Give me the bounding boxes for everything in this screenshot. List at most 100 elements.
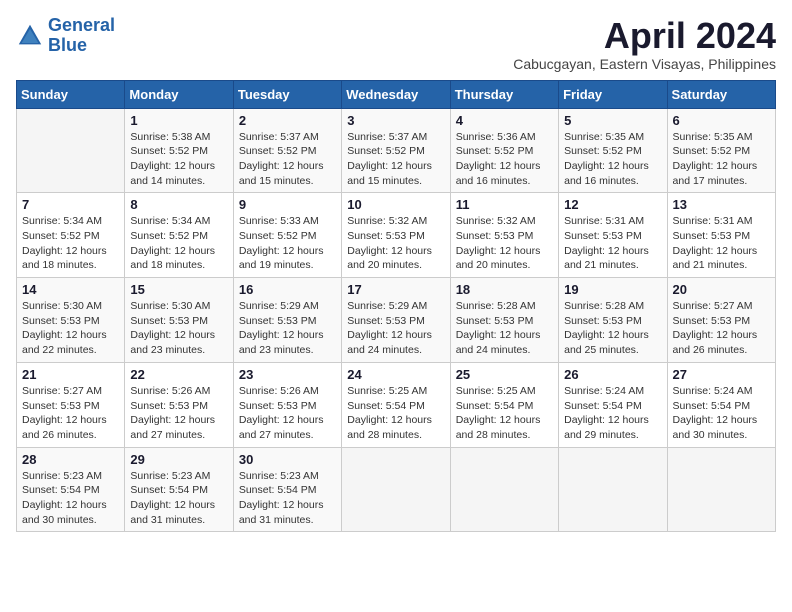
calendar-week-5: 28 Sunrise: 5:23 AMSunset: 5:54 PMDayligh… bbox=[17, 447, 776, 532]
calendar-cell: 19Sunrise: 5:28 AMSunset: 5:53 PMDayligh… bbox=[559, 278, 667, 363]
day-info: Sunrise: 5:38 AMSunset: 5:52 PMDaylight:… bbox=[130, 130, 227, 189]
calendar-cell: 21Sunrise: 5:27 AMSunset: 5:53 PMDayligh… bbox=[17, 362, 125, 447]
calendar-cell: 20 Sunrise: 5:27 AMSunset: 5:53 PMDayligh… bbox=[667, 278, 775, 363]
day-number: 24 bbox=[347, 367, 444, 382]
calendar-cell: 3 Sunrise: 5:37 AMSunset: 5:52 PMDaylight… bbox=[342, 108, 450, 193]
calendar-cell bbox=[342, 447, 450, 532]
day-info: Sunrise: 5:34 AMSunset: 5:52 PMDaylight:… bbox=[130, 214, 227, 273]
calendar-cell: 5 Sunrise: 5:35 AMSunset: 5:52 PMDaylight… bbox=[559, 108, 667, 193]
calendar-cell: 13Sunrise: 5:31 AMSunset: 5:53 PMDayligh… bbox=[667, 193, 775, 278]
day-number: 2 bbox=[239, 113, 336, 128]
day-info: Sunrise: 5:23 AMSunset: 5:54 PMDaylight:… bbox=[239, 469, 336, 528]
calendar-week-4: 21Sunrise: 5:27 AMSunset: 5:53 PMDayligh… bbox=[17, 362, 776, 447]
day-info: Sunrise: 5:32 AMSunset: 5:53 PMDaylight:… bbox=[456, 214, 553, 273]
day-number: 23 bbox=[239, 367, 336, 382]
calendar-cell: 25 Sunrise: 5:25 AMSunset: 5:54 PMDayligh… bbox=[450, 362, 558, 447]
day-number: 14 bbox=[22, 282, 119, 297]
weekday-header-tuesday: Tuesday bbox=[233, 80, 341, 108]
day-number: 20 bbox=[673, 282, 770, 297]
logo: General Blue bbox=[16, 16, 115, 56]
calendar-cell: 15 Sunrise: 5:30 AMSunset: 5:53 PMDayligh… bbox=[125, 278, 233, 363]
calendar-cell: 14 Sunrise: 5:30 AMSunset: 5:53 PMDayligh… bbox=[17, 278, 125, 363]
calendar-cell: 1 Sunrise: 5:38 AMSunset: 5:52 PMDaylight… bbox=[125, 108, 233, 193]
day-info: Sunrise: 5:24 AMSunset: 5:54 PMDaylight:… bbox=[564, 384, 661, 443]
day-number: 9 bbox=[239, 197, 336, 212]
day-number: 3 bbox=[347, 113, 444, 128]
day-number: 6 bbox=[673, 113, 770, 128]
day-info: Sunrise: 5:37 AMSunset: 5:52 PMDaylight:… bbox=[347, 130, 444, 189]
day-number: 13 bbox=[673, 197, 770, 212]
calendar-cell: 24 Sunrise: 5:25 AMSunset: 5:54 PMDayligh… bbox=[342, 362, 450, 447]
day-info: Sunrise: 5:25 AMSunset: 5:54 PMDaylight:… bbox=[456, 384, 553, 443]
calendar-cell: 30 Sunrise: 5:23 AMSunset: 5:54 PMDayligh… bbox=[233, 447, 341, 532]
day-number: 26 bbox=[564, 367, 661, 382]
calendar-cell bbox=[559, 447, 667, 532]
weekday-row: SundayMondayTuesdayWednesdayThursdayFrid… bbox=[17, 80, 776, 108]
day-info: Sunrise: 5:29 AMSunset: 5:53 PMDaylight:… bbox=[347, 299, 444, 358]
calendar-cell: 26 Sunrise: 5:24 AMSunset: 5:54 PMDayligh… bbox=[559, 362, 667, 447]
day-info: Sunrise: 5:36 AMSunset: 5:52 PMDaylight:… bbox=[456, 130, 553, 189]
calendar-cell: 22 Sunrise: 5:26 AMSunset: 5:53 PMDayligh… bbox=[125, 362, 233, 447]
calendar-cell bbox=[17, 108, 125, 193]
day-info: Sunrise: 5:35 AMSunset: 5:52 PMDaylight:… bbox=[564, 130, 661, 189]
logo-text: General Blue bbox=[48, 16, 115, 56]
day-info: Sunrise: 5:30 AMSunset: 5:53 PMDaylight:… bbox=[130, 299, 227, 358]
day-info: Sunrise: 5:30 AMSunset: 5:53 PMDaylight:… bbox=[22, 299, 119, 358]
calendar-cell: 23 Sunrise: 5:26 AMSunset: 5:53 PMDayligh… bbox=[233, 362, 341, 447]
day-number: 10 bbox=[347, 197, 444, 212]
day-info: Sunrise: 5:26 AMSunset: 5:53 PMDaylight:… bbox=[130, 384, 227, 443]
location-subtitle: Cabucgayan, Eastern Visayas, Philippines bbox=[513, 56, 776, 72]
day-info: Sunrise: 5:33 AMSunset: 5:52 PMDaylight:… bbox=[239, 214, 336, 273]
weekday-header-saturday: Saturday bbox=[667, 80, 775, 108]
day-number: 12 bbox=[564, 197, 661, 212]
day-number: 25 bbox=[456, 367, 553, 382]
day-number: 19 bbox=[564, 282, 661, 297]
calendar-cell bbox=[450, 447, 558, 532]
month-title: April 2024 bbox=[513, 16, 776, 56]
logo-general: General bbox=[48, 15, 115, 35]
calendar-week-2: 7 Sunrise: 5:34 AMSunset: 5:52 PMDaylight… bbox=[17, 193, 776, 278]
day-number: 1 bbox=[130, 113, 227, 128]
calendar-cell: 29Sunrise: 5:23 AMSunset: 5:54 PMDayligh… bbox=[125, 447, 233, 532]
day-number: 27 bbox=[673, 367, 770, 382]
calendar-cell: 9 Sunrise: 5:33 AMSunset: 5:52 PMDaylight… bbox=[233, 193, 341, 278]
weekday-header-sunday: Sunday bbox=[17, 80, 125, 108]
calendar-cell: 11Sunrise: 5:32 AMSunset: 5:53 PMDayligh… bbox=[450, 193, 558, 278]
calendar-cell: 17 Sunrise: 5:29 AMSunset: 5:53 PMDayligh… bbox=[342, 278, 450, 363]
calendar-cell: 4 Sunrise: 5:36 AMSunset: 5:52 PMDaylight… bbox=[450, 108, 558, 193]
day-number: 8 bbox=[130, 197, 227, 212]
day-number: 7 bbox=[22, 197, 119, 212]
day-number: 18 bbox=[456, 282, 553, 297]
day-info: Sunrise: 5:26 AMSunset: 5:53 PMDaylight:… bbox=[239, 384, 336, 443]
day-info: Sunrise: 5:25 AMSunset: 5:54 PMDaylight:… bbox=[347, 384, 444, 443]
day-info: Sunrise: 5:28 AMSunset: 5:53 PMDaylight:… bbox=[456, 299, 553, 358]
day-number: 17 bbox=[347, 282, 444, 297]
weekday-header-friday: Friday bbox=[559, 80, 667, 108]
day-info: Sunrise: 5:27 AMSunset: 5:53 PMDaylight:… bbox=[673, 299, 770, 358]
day-info: Sunrise: 5:34 AMSunset: 5:52 PMDaylight:… bbox=[22, 214, 119, 273]
day-info: Sunrise: 5:35 AMSunset: 5:52 PMDaylight:… bbox=[673, 130, 770, 189]
day-number: 30 bbox=[239, 452, 336, 467]
day-info: Sunrise: 5:29 AMSunset: 5:53 PMDaylight:… bbox=[239, 299, 336, 358]
title-block: April 2024 Cabucgayan, Eastern Visayas, … bbox=[513, 16, 776, 72]
calendar-cell: 18 Sunrise: 5:28 AMSunset: 5:53 PMDayligh… bbox=[450, 278, 558, 363]
calendar-cell: 6 Sunrise: 5:35 AMSunset: 5:52 PMDaylight… bbox=[667, 108, 775, 193]
page-header: General Blue April 2024 Cabucgayan, East… bbox=[16, 16, 776, 72]
day-number: 22 bbox=[130, 367, 227, 382]
calendar-body: 1 Sunrise: 5:38 AMSunset: 5:52 PMDaylight… bbox=[17, 108, 776, 532]
day-info: Sunrise: 5:37 AMSunset: 5:52 PMDaylight:… bbox=[239, 130, 336, 189]
day-number: 15 bbox=[130, 282, 227, 297]
day-info: Sunrise: 5:24 AMSunset: 5:54 PMDaylight:… bbox=[673, 384, 770, 443]
calendar-header: SundayMondayTuesdayWednesdayThursdayFrid… bbox=[17, 80, 776, 108]
day-number: 29 bbox=[130, 452, 227, 467]
day-info: Sunrise: 5:32 AMSunset: 5:53 PMDaylight:… bbox=[347, 214, 444, 273]
calendar-cell bbox=[667, 447, 775, 532]
day-number: 4 bbox=[456, 113, 553, 128]
day-number: 28 bbox=[22, 452, 119, 467]
day-number: 5 bbox=[564, 113, 661, 128]
calendar-cell: 27 Sunrise: 5:24 AMSunset: 5:54 PMDayligh… bbox=[667, 362, 775, 447]
logo-icon bbox=[16, 22, 44, 50]
calendar-cell: 28Sunrise: 5:23 AMSunset: 5:54 PMDayligh… bbox=[17, 447, 125, 532]
calendar-cell: 16Sunrise: 5:29 AMSunset: 5:53 PMDayligh… bbox=[233, 278, 341, 363]
day-number: 21 bbox=[22, 367, 119, 382]
